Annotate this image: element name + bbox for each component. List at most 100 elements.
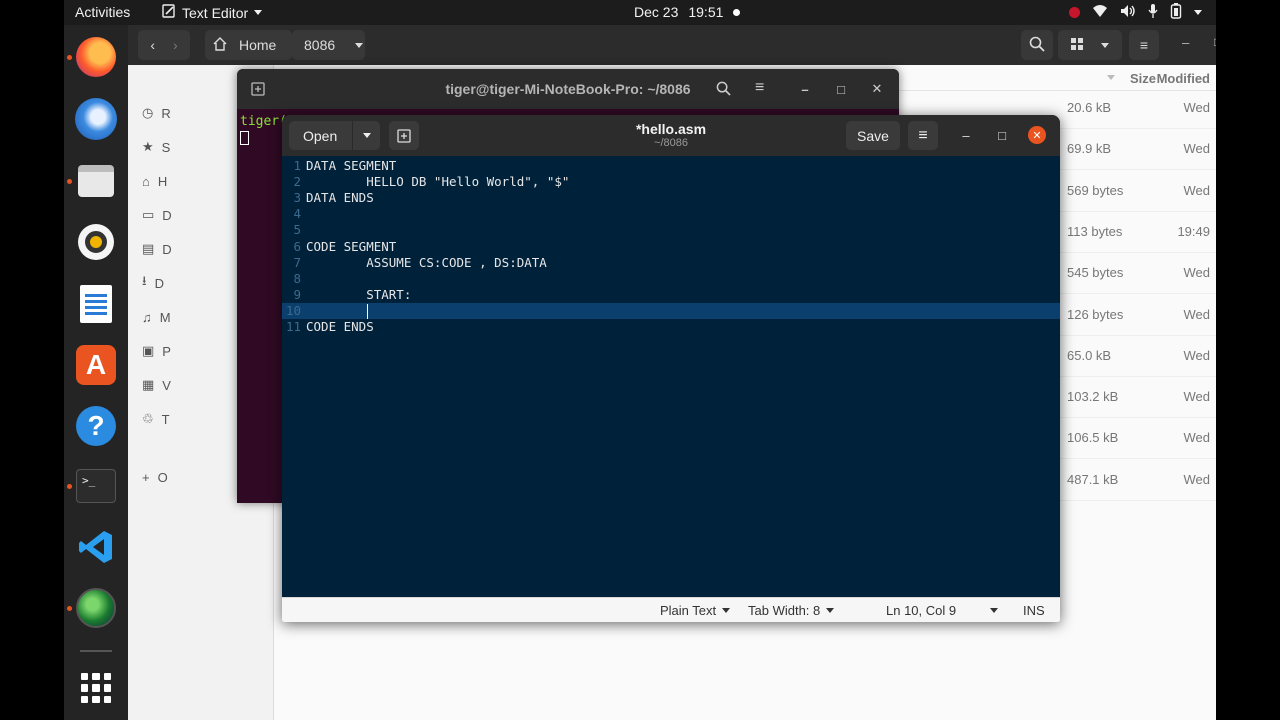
minimize-icon[interactable]: – (1182, 35, 1189, 50)
dock-item[interactable] (73, 585, 119, 631)
menu-button[interactable]: ≡ (908, 121, 938, 150)
globe-app-icon (76, 588, 116, 628)
sidebar-item-desktop[interactable]: ▭ D (142, 205, 172, 225)
view-toggle-button[interactable] (1058, 30, 1122, 60)
code-line[interactable]: 6 CODE SEGMENT (282, 239, 1060, 255)
chevron-down-icon (990, 608, 999, 613)
code-text: HELLO DB "Hello World", "$" (306, 174, 570, 190)
hamburger-menu-icon[interactable]: ≡ (755, 79, 764, 97)
line-number: 4 (293, 206, 301, 222)
desktop-screen: Activities Text Editor Dec 23 19:51 ‹ › … (64, 0, 1216, 720)
search-icon (1029, 36, 1045, 55)
terminal-cursor (240, 131, 249, 145)
file-modified: Wed (1183, 141, 1211, 157)
maximize-icon[interactable]: □ (993, 126, 1011, 144)
line-number: 9 (293, 286, 301, 302)
files-icon (78, 165, 114, 197)
minimize-icon[interactable]: – (957, 126, 975, 144)
sidebar-item-music[interactable]: ♫ M (142, 307, 171, 327)
column-modified[interactable]: Modified (1157, 71, 1210, 86)
show-applications-button[interactable] (73, 665, 119, 711)
dock-item[interactable] (73, 219, 119, 265)
cursor-position-selector[interactable]: Ln 10, Col 9 (886, 603, 999, 618)
sidebar-item-label: O (157, 469, 168, 485)
file-modified: 19:49 (1177, 223, 1210, 239)
column-size[interactable]: Size (1130, 71, 1156, 86)
text-caret (366, 303, 368, 319)
code-line[interactable]: 2 HELLO DB "Hello World", "$" (282, 174, 1060, 190)
code-line[interactable]: 1 DATA SEGMENT (282, 158, 1060, 174)
code-line[interactable]: 4 (282, 206, 1060, 222)
picture-icon: ▣ (142, 343, 155, 358)
sidebar-item-pictures[interactable]: ▣ P (142, 341, 171, 361)
volume-icon (1120, 4, 1136, 21)
dock-item[interactable]: >_ (73, 463, 119, 509)
code-line[interactable]: 7 ASSUME CS:CODE , DS:DATA (282, 255, 1060, 271)
dock-item[interactable] (73, 96, 119, 142)
running-indicator-icon (67, 606, 72, 611)
sidebar-item-other-locations[interactable]: + O (142, 467, 168, 487)
dock-item[interactable] (73, 281, 119, 327)
sidebar-item-videos[interactable]: ▦ V (142, 375, 171, 395)
dock-item[interactable] (73, 34, 119, 80)
search-icon[interactable] (716, 81, 731, 99)
path-home-button[interactable]: Home (205, 30, 292, 60)
maximize-icon[interactable]: □ (1214, 35, 1216, 49)
save-button[interactable]: Save (846, 121, 900, 150)
code-line[interactable]: 11 CODE ENDS (282, 319, 1060, 335)
dock-item[interactable]: ? (73, 403, 119, 449)
code-line[interactable]: 3 DATA ENDS (282, 190, 1060, 206)
close-icon[interactable]: ✕ (1028, 126, 1046, 144)
minimize-icon[interactable]: – (795, 79, 815, 99)
text-editor-window[interactable]: Open *hello.asm ~/8086 Save ≡ – □ ✕ 1 DAT… (282, 115, 1060, 622)
path-current-button[interactable]: 8086 (292, 30, 365, 60)
language-label: Plain Text (660, 603, 717, 618)
file-size: 569 bytes (1067, 182, 1124, 198)
code-line-current[interactable]: 10 (282, 302, 1060, 319)
rhythmbox-icon (78, 224, 114, 260)
line-number: 6 (293, 238, 301, 254)
sidebar-item-documents[interactable]: ▤ D (142, 239, 172, 259)
hamburger-menu-icon: ≡ (1139, 37, 1149, 53)
running-indicator-icon (67, 55, 72, 60)
search-button[interactable] (1021, 30, 1053, 60)
activities-button[interactable]: Activities (75, 4, 130, 20)
sort-chevron-icon[interactable] (1107, 75, 1115, 80)
app-menu[interactable]: Text Editor (162, 4, 263, 21)
desktop-icon: ▭ (142, 207, 155, 222)
dock-item[interactable]: A (73, 342, 119, 388)
dock-item[interactable] (73, 158, 119, 204)
code-text: ASSUME CS:CODE , DS:DATA (306, 254, 547, 270)
file-modified: Wed (1183, 471, 1211, 487)
editor-text-area[interactable]: 1 DATA SEGMENT 2 HELLO DB "Hello World", "… (282, 156, 1060, 597)
sidebar-item-recent[interactable]: ◷ R (142, 103, 171, 123)
download-icon: ⭳ (142, 273, 147, 288)
chevron-down-icon (355, 42, 364, 48)
line-number: 5 (293, 222, 301, 238)
terminal-header: tiger@tiger-Mi-NoteBook-Pro: ~/8086 ≡ – … (237, 69, 899, 109)
menu-button[interactable]: ≡ (1129, 30, 1159, 60)
clock-time: 19:51 (688, 4, 724, 20)
sidebar-item-starred[interactable]: ★ S (142, 137, 170, 157)
clock[interactable]: Dec 23 19:51 (634, 4, 741, 20)
file-manager-header: ‹ › Home 8086 ≡ – (128, 25, 1216, 65)
clock-date: Dec 23 (634, 4, 679, 20)
code-line[interactable]: 5 (282, 222, 1060, 238)
system-tray[interactable] (1069, 3, 1202, 22)
code-line[interactable]: 9 START: (282, 287, 1060, 303)
maximize-icon[interactable]: □ (831, 79, 851, 99)
language-selector[interactable]: Plain Text (660, 603, 731, 618)
close-icon[interactable]: ✕ (867, 79, 887, 99)
back-forward-buttons[interactable]: ‹ › (138, 30, 190, 60)
dock-item[interactable] (73, 524, 119, 570)
insert-mode-indicator[interactable]: INS (1023, 603, 1045, 618)
tab-width-selector[interactable]: Tab Width: 8 (748, 603, 835, 618)
code-line[interactable]: 8 (282, 271, 1060, 287)
battery-icon (1170, 3, 1182, 22)
sidebar-item-home[interactable]: ⌂ H (142, 171, 167, 191)
sidebar-item-trash[interactable]: ♲ T (142, 409, 170, 429)
sidebar-item-downloads[interactable]: ⭳ D (142, 273, 164, 293)
music-icon: ♫ (142, 309, 152, 325)
hamburger-menu-icon: ≡ (918, 126, 928, 144)
